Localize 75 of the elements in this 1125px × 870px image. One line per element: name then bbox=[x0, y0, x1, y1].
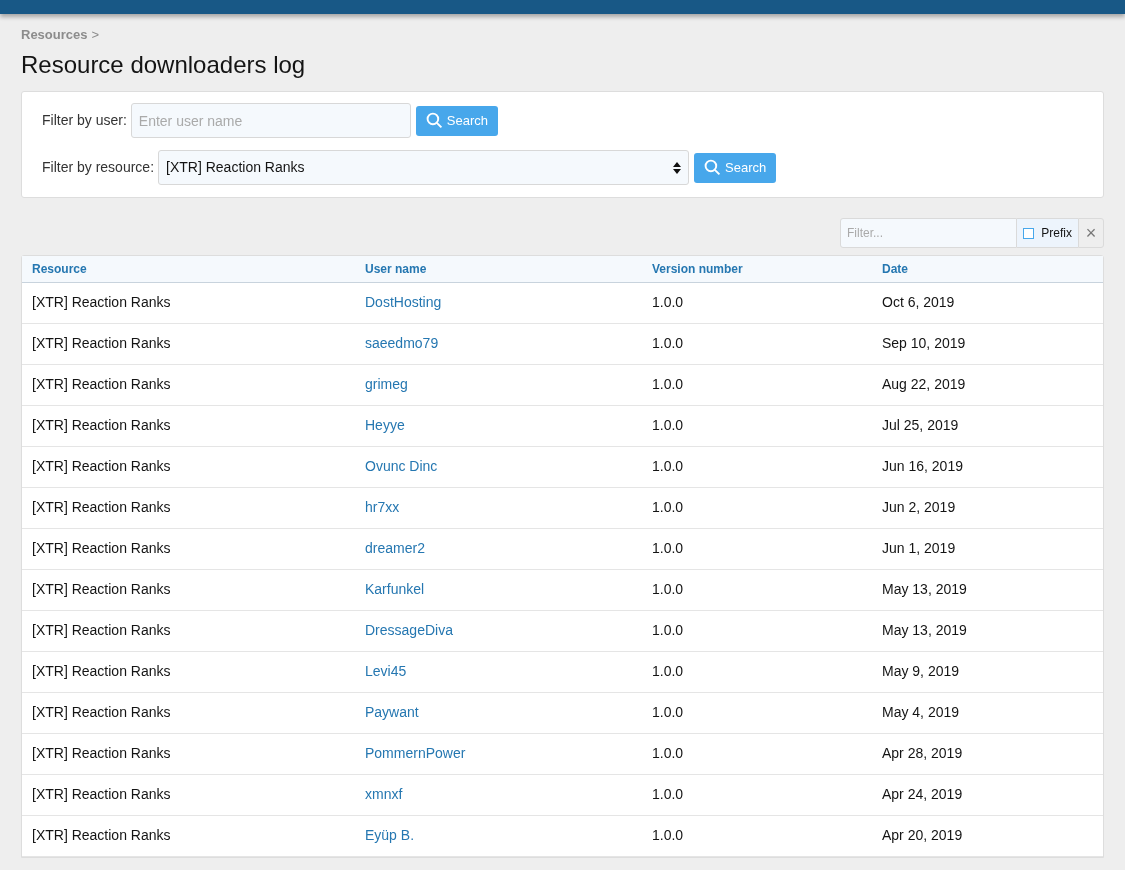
table-cell: 1.0.0 bbox=[642, 446, 872, 487]
search-button[interactable]: Search bbox=[694, 152, 777, 183]
user-link[interactable]: Eyüp B. bbox=[355, 815, 642, 856]
sort-arrows-icon bbox=[673, 161, 682, 174]
table-cell: 1.0.0 bbox=[642, 528, 872, 569]
user-link[interactable]: DostHosting bbox=[355, 282, 642, 323]
user-name-field[interactable]: Enter user name bbox=[130, 103, 411, 138]
breadcrumb-separator: > bbox=[91, 26, 100, 45]
table-cell: [XTR] Reaction Ranks bbox=[22, 774, 355, 815]
table-cell: May 13, 2019 bbox=[872, 610, 1103, 651]
page-title: Resource downloaders log bbox=[21, 50, 307, 80]
user-link[interactable]: grimeg bbox=[355, 364, 642, 405]
filter-label: Filter by user: bbox=[42, 111, 127, 130]
table-cell: 1.0.0 bbox=[642, 569, 872, 610]
user-link[interactable]: saeedmo79 bbox=[355, 323, 642, 364]
search-icon bbox=[704, 159, 722, 176]
column-header[interactable]: Version number bbox=[642, 256, 872, 282]
table-cell: Oct 6, 2019 bbox=[872, 282, 1103, 323]
column-header[interactable]: User name bbox=[355, 256, 642, 282]
table-cell: 1.0.0 bbox=[642, 610, 872, 651]
user-link[interactable]: Heyye bbox=[355, 405, 642, 446]
column-header[interactable]: Date bbox=[872, 256, 1103, 282]
table-cell: 1.0.0 bbox=[642, 815, 872, 856]
table-cell: [XTR] Reaction Ranks bbox=[22, 323, 355, 364]
table-cell: 1.0.0 bbox=[642, 323, 872, 364]
table-cell: 1.0.0 bbox=[642, 692, 872, 733]
user-link[interactable]: Ovunc Dinc bbox=[355, 446, 642, 487]
table-cell: 1.0.0 bbox=[642, 364, 872, 405]
user-link[interactable]: xmnxf bbox=[355, 774, 642, 815]
table-cell: Jun 1, 2019 bbox=[872, 528, 1103, 569]
user-link[interactable]: Karfunkel bbox=[355, 569, 642, 610]
filter-field[interactable]: Filter... bbox=[840, 218, 1018, 248]
table-cell: [XTR] Reaction Ranks bbox=[22, 692, 355, 733]
table-cell: May 13, 2019 bbox=[872, 569, 1103, 610]
table-cell: 1.0.0 bbox=[642, 774, 872, 815]
table-cell: 1.0.0 bbox=[642, 651, 872, 692]
search-icon bbox=[425, 112, 443, 129]
user-link[interactable]: PommernPower bbox=[355, 733, 642, 774]
table-cell: [XTR] Reaction Ranks bbox=[22, 610, 355, 651]
table-cell: Aug 22, 2019 bbox=[872, 364, 1103, 405]
table-cell: Sep 10, 2019 bbox=[872, 323, 1103, 364]
table-cell: Jul 25, 2019 bbox=[872, 405, 1103, 446]
table-cell: [XTR] Reaction Ranks bbox=[22, 282, 355, 323]
user-link[interactable]: DressageDiva bbox=[355, 610, 642, 651]
user-link[interactable]: Paywant bbox=[355, 692, 642, 733]
table-cell: Jun 2, 2019 bbox=[872, 487, 1103, 528]
table-cell: 1.0.0 bbox=[642, 733, 872, 774]
table-cell: [XTR] Reaction Ranks bbox=[22, 528, 355, 569]
user-link[interactable]: hr7xx bbox=[355, 487, 642, 528]
user-link[interactable]: Levi45 bbox=[355, 651, 642, 692]
table-cell: Apr 20, 2019 bbox=[872, 815, 1103, 856]
user-link[interactable]: dreamer2 bbox=[355, 528, 642, 569]
filter-label: Filter by resource: bbox=[42, 158, 155, 177]
search-button[interactable]: Search bbox=[415, 105, 498, 136]
table-cell: 1.0.0 bbox=[642, 487, 872, 528]
table-cell: [XTR] Reaction Ranks bbox=[22, 733, 355, 774]
table-cell: [XTR] Reaction Ranks bbox=[22, 651, 355, 692]
table-cell: Apr 28, 2019 bbox=[872, 733, 1103, 774]
table-cell: Jun 16, 2019 bbox=[872, 446, 1103, 487]
table-cell: [XTR] Reaction Ranks bbox=[22, 446, 355, 487]
table-cell: 1.0.0 bbox=[642, 282, 872, 323]
table-cell: [XTR] Reaction Ranks bbox=[22, 405, 355, 446]
prefix-checkbox[interactable]: Prefix bbox=[1017, 218, 1078, 248]
table-cell: [XTR] Reaction Ranks bbox=[22, 815, 355, 856]
table-cell: May 9, 2019 bbox=[872, 651, 1103, 692]
column-header[interactable]: Resource bbox=[22, 256, 355, 282]
table-cell: 1.0.0 bbox=[642, 405, 872, 446]
table-cell: Apr 24, 2019 bbox=[872, 774, 1103, 815]
table-cell: [XTR] Reaction Ranks bbox=[22, 569, 355, 610]
table-cell: [XTR] Reaction Ranks bbox=[22, 364, 355, 405]
breadcrumb-link[interactable]: Resources bbox=[21, 25, 88, 45]
table-cell: [XTR] Reaction Ranks bbox=[22, 487, 355, 528]
clear-button[interactable]: × bbox=[1078, 218, 1104, 248]
resource-select[interactable]: [XTR] Reaction Ranks bbox=[158, 150, 690, 185]
table-cell: May 4, 2019 bbox=[872, 692, 1103, 733]
